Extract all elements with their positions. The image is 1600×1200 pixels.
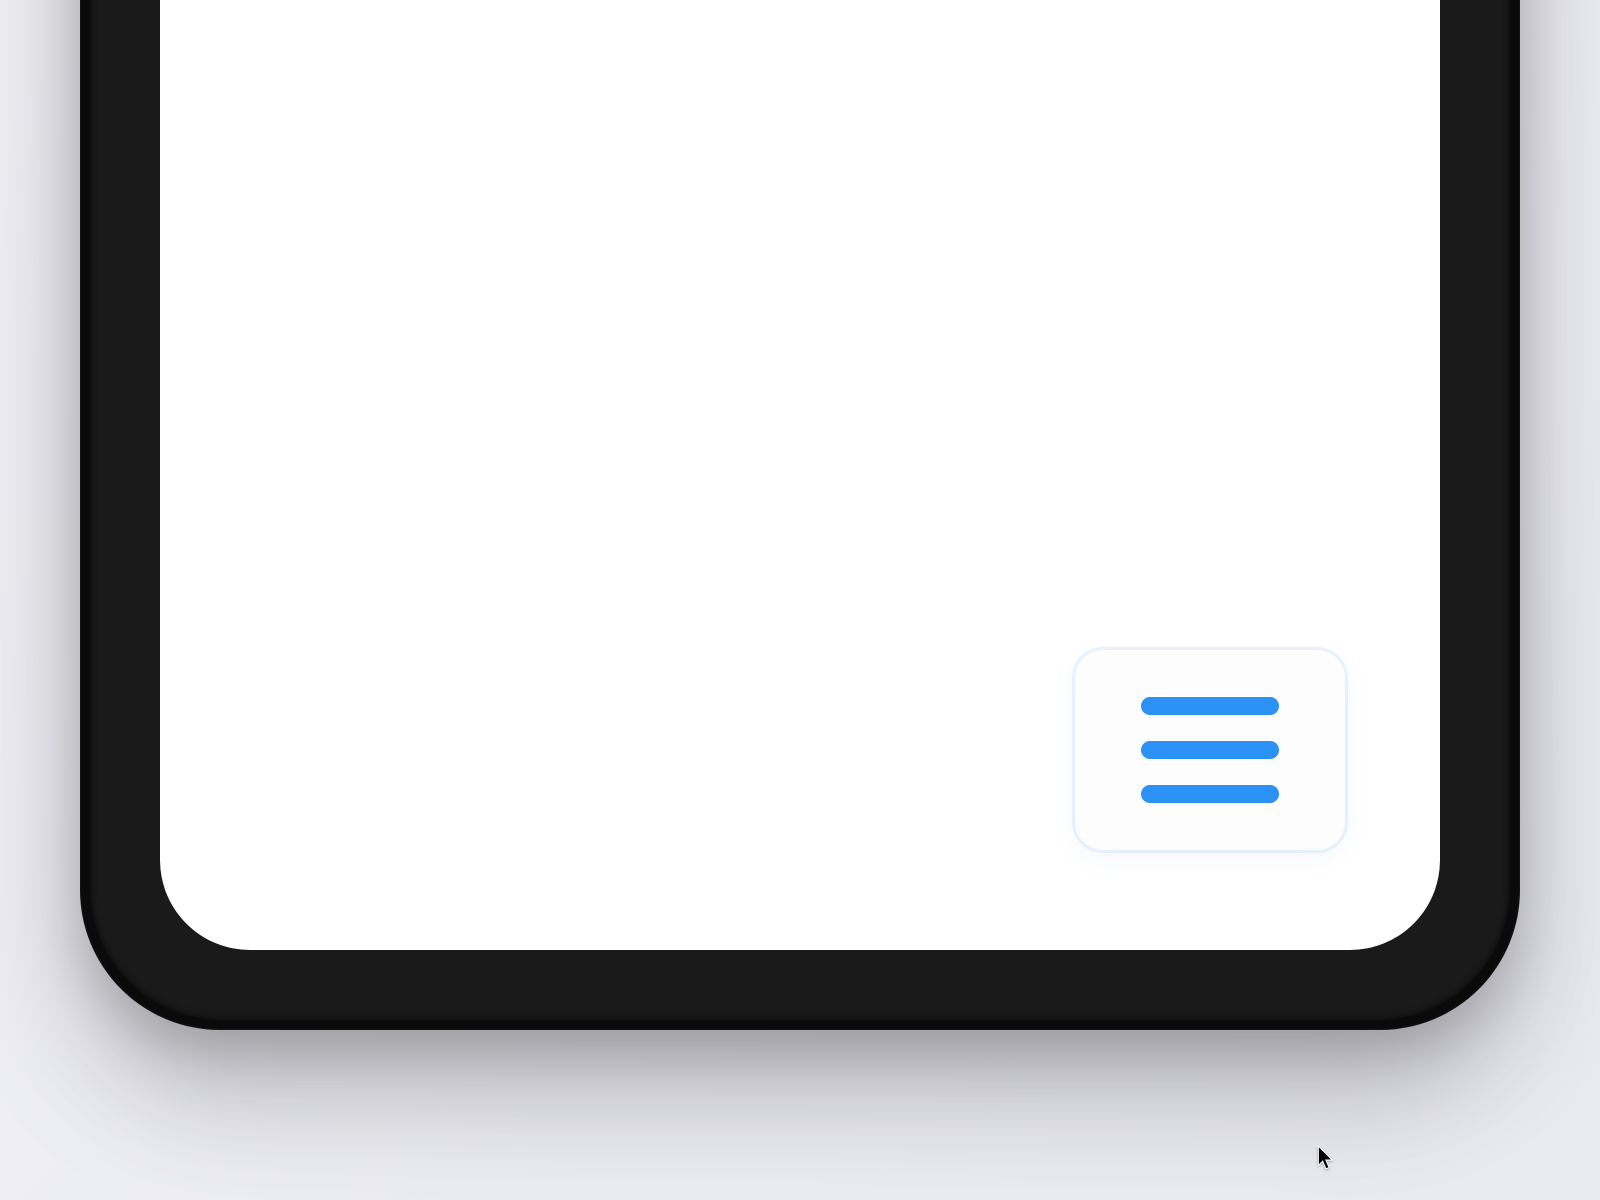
device-frame bbox=[80, 0, 1520, 1030]
hamburger-menu-icon bbox=[1141, 697, 1279, 803]
hamburger-line-middle bbox=[1141, 741, 1279, 759]
hamburger-line-bottom bbox=[1141, 785, 1279, 803]
mouse-cursor bbox=[1318, 1146, 1336, 1172]
device-screen bbox=[160, 0, 1440, 950]
menu-button[interactable] bbox=[1075, 650, 1345, 850]
device-bezel bbox=[90, 0, 1510, 1020]
hamburger-line-top bbox=[1141, 697, 1279, 715]
